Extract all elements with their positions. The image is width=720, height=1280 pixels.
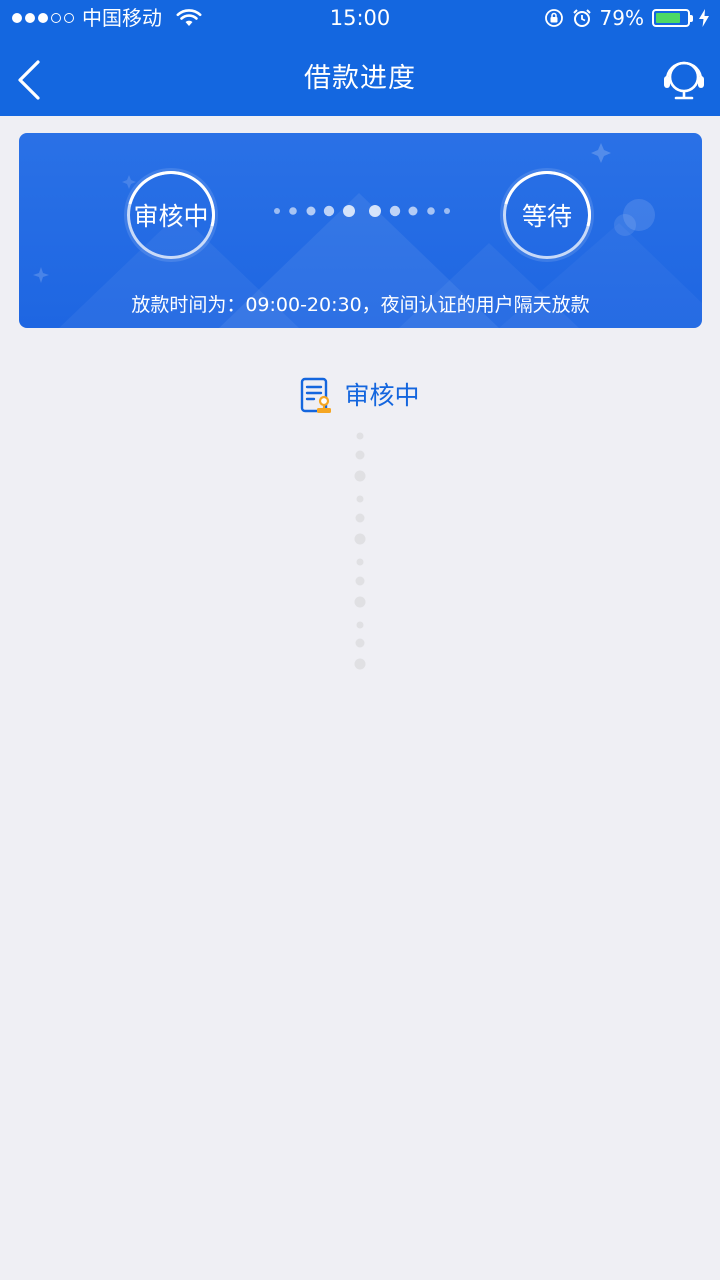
- current-status: 审核中: [0, 376, 720, 416]
- charging-bolt-icon: [699, 9, 709, 27]
- battery-percent: 79%: [599, 6, 644, 30]
- header: 中国移动 15:00 79% 借款进度: [0, 0, 720, 116]
- progress-dots: [274, 205, 450, 217]
- status-bar: 中国移动 15:00 79%: [0, 0, 720, 40]
- nav-bar: 借款进度: [0, 40, 720, 116]
- disbursement-time-note: 放款时间为：09:00-20:30，夜间认证的用户隔天放款: [131, 294, 590, 316]
- step-review-label: 审核中: [133, 202, 209, 231]
- status-timeline-dots: [354, 432, 366, 670]
- battery-fill: [656, 13, 680, 23]
- status-bar-right: 79%: [544, 6, 710, 30]
- progress-card: 审核中 等待 放款时间为：09:00-20:30，夜间认证的用户隔天放款: [19, 133, 702, 328]
- customer-service-button[interactable]: [662, 56, 706, 102]
- step-review-circle: 审核中: [127, 171, 215, 259]
- step-wait-label: 等待: [521, 202, 572, 231]
- orientation-lock-icon: [544, 9, 563, 27]
- alarm-icon: [572, 9, 591, 27]
- page-title: 借款进度: [304, 63, 416, 94]
- document-stamp-icon: [301, 377, 332, 413]
- step-wait-circle: 等待: [503, 171, 591, 259]
- status-label: 审核中: [344, 381, 420, 410]
- battery-icon: [652, 9, 693, 27]
